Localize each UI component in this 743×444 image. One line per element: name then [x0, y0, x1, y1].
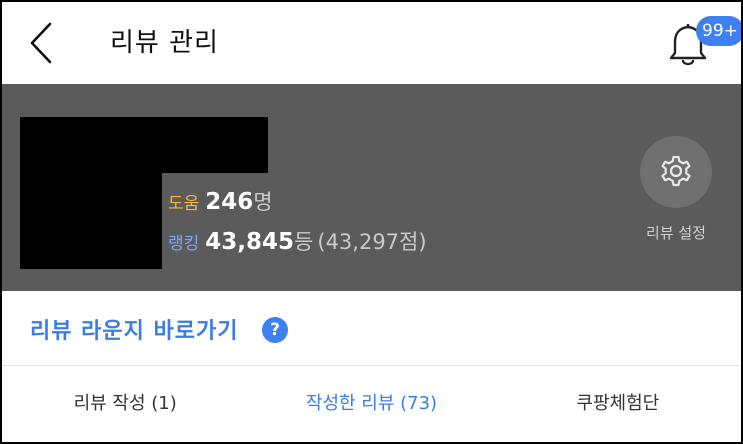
- gear-icon: [661, 155, 691, 187]
- redacted-block: [20, 117, 162, 269]
- notifications-button[interactable]: 99+: [662, 16, 741, 74]
- help-label: 도움: [168, 194, 200, 214]
- notification-badge: 99+: [696, 16, 741, 46]
- rank-label: 랭킹: [168, 234, 200, 254]
- help-unit: 명: [253, 190, 273, 214]
- help-value: 246: [205, 189, 254, 215]
- question-icon[interactable]: ?: [262, 317, 288, 343]
- help-count-row: 도움 246명: [168, 186, 273, 216]
- review-settings-label: 리뷰 설정: [646, 224, 706, 242]
- review-settings-button[interactable]: [640, 136, 712, 208]
- profile-summary: 도움 246명 랭킹 43,845등 (43,297점) 리뷰 설정: [2, 84, 741, 291]
- rank-value: 43,845: [205, 229, 295, 255]
- app-frame: 리뷰 관리 99+ 도움 246명 랭킹 43,845등 (43,297점) 리…: [2, 2, 741, 442]
- ranking-row: 랭킹 43,845등 (43,297점): [168, 226, 427, 256]
- back-button[interactable]: [24, 20, 60, 66]
- review-lounge-link[interactable]: 리뷰 라운지 바로가기 ?: [2, 291, 741, 366]
- chevron-left-icon: [30, 22, 52, 64]
- tab-write-review[interactable]: 리뷰 작성 (1): [2, 366, 248, 442]
- rank-unit: 등: [294, 230, 314, 254]
- review-lounge-label: 리뷰 라운지 바로가기: [30, 319, 239, 344]
- tab-written-reviews[interactable]: 작성한 리뷰 (73): [248, 366, 494, 442]
- tab-coupang-experience[interactable]: 쿠팡체험단: [495, 366, 741, 442]
- review-tabs: 리뷰 작성 (1) 작성한 리뷰 (73) 쿠팡체험단: [2, 366, 741, 442]
- page-title: 리뷰 관리: [110, 28, 219, 58]
- rank-score: (43,297점): [317, 230, 427, 254]
- top-bar: 리뷰 관리 99+: [2, 2, 741, 84]
